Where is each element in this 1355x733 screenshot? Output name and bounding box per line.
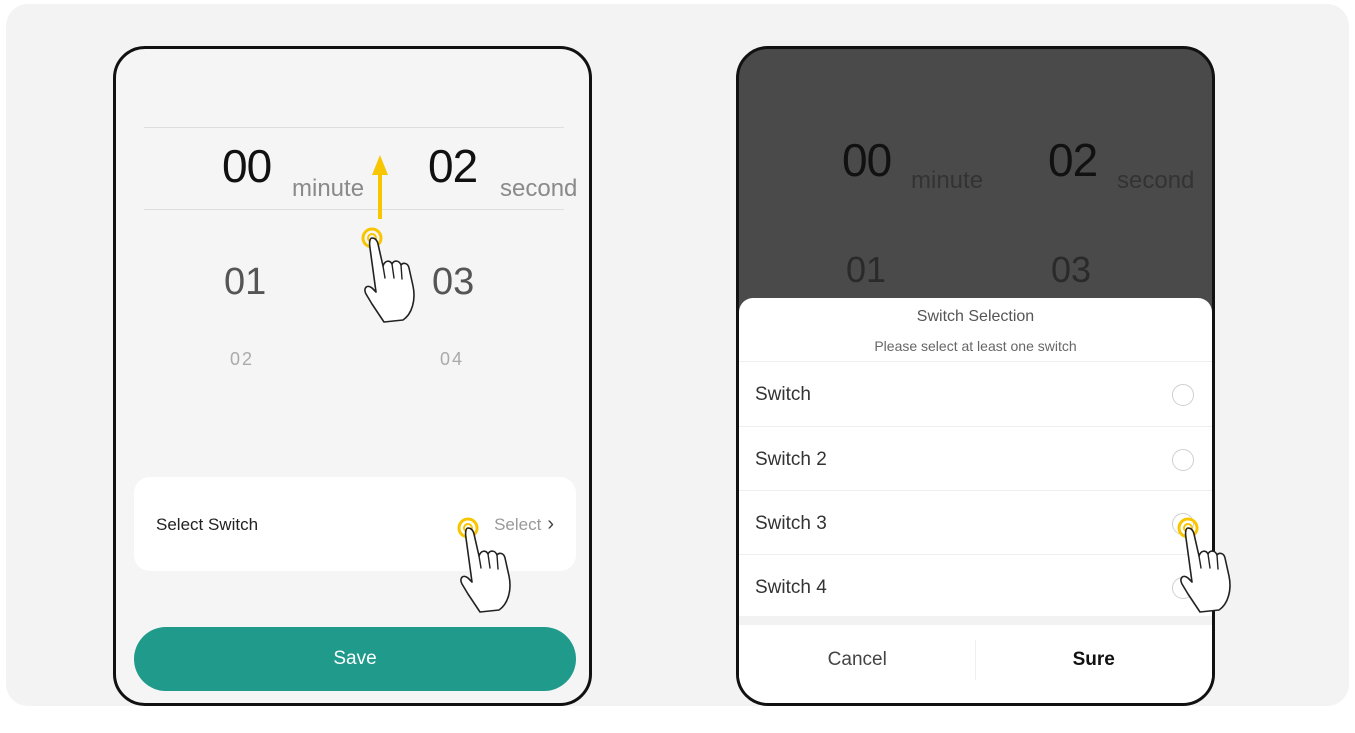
tap-hand-icon [457,517,511,613]
left-phone-frame: 00 minute 02 second 01 03 02 04 Select S… [113,46,592,706]
switch-option[interactable]: Switch 2 [739,427,1212,491]
sheet-action-gap [739,616,1212,625]
select-switch-label: Select Switch [156,515,259,534]
second-selected-value[interactable]: 02 [428,139,478,193]
picker-bottom-line [144,209,564,210]
tap-hand-icon [1177,517,1231,613]
radio-button[interactable] [1172,384,1194,406]
radio-button[interactable] [1172,449,1194,471]
sheet-title: Switch Selection [916,308,1035,325]
cancel-button[interactable]: Cancel [739,625,976,695]
swipe-up-arrow-icon [372,155,388,175]
second-next-value[interactable]: 03 [432,261,474,304]
minute-next2-value[interactable]: 02 [230,349,254,370]
chevron-right-icon: › [547,513,554,535]
switch-selection-sheet: Switch Selection Please select at least … [739,298,1212,703]
switch-option[interactable]: Switch 3 [739,491,1212,555]
switch-option[interactable]: Switch 4 [739,555,1212,619]
right-phone-frame: 00 minute 02 second 01 03 Switch Selecti… [736,46,1215,706]
minute-next-value-dimmed: 01 [846,249,887,290]
picker-top-line [144,127,564,128]
sheet-subtitle: Please select at least one switch [874,338,1077,354]
minute-unit-label: minute [292,175,365,202]
second-next2-value[interactable]: 04 [440,349,464,370]
save-button[interactable]: Save [134,627,576,691]
switch-option-label: Switch [755,384,811,405]
switch-option-label: Switch 3 [755,513,827,534]
second-next-value-dimmed: 03 [1051,249,1092,290]
minute-next-value[interactable]: 01 [224,261,266,304]
minute-selected-value-dimmed: 00 [842,134,892,186]
sure-button[interactable]: Sure [975,625,1212,695]
minute-unit-label-dimmed: minute [911,167,984,194]
second-unit-label: second [500,175,578,202]
second-selected-value-dimmed: 02 [1048,134,1098,186]
switch-option-label: Switch 4 [755,577,827,598]
switch-option[interactable]: Switch [739,362,1212,426]
swipe-hand-icon [361,227,415,323]
minute-selected-value[interactable]: 00 [222,139,272,193]
swipe-up-arrow-shaft [378,173,382,219]
tutorial-canvas: 00 minute 02 second 01 03 02 04 Select S… [6,4,1349,706]
switch-option-label: Switch 2 [755,449,827,470]
second-unit-label-dimmed: second [1117,167,1195,194]
